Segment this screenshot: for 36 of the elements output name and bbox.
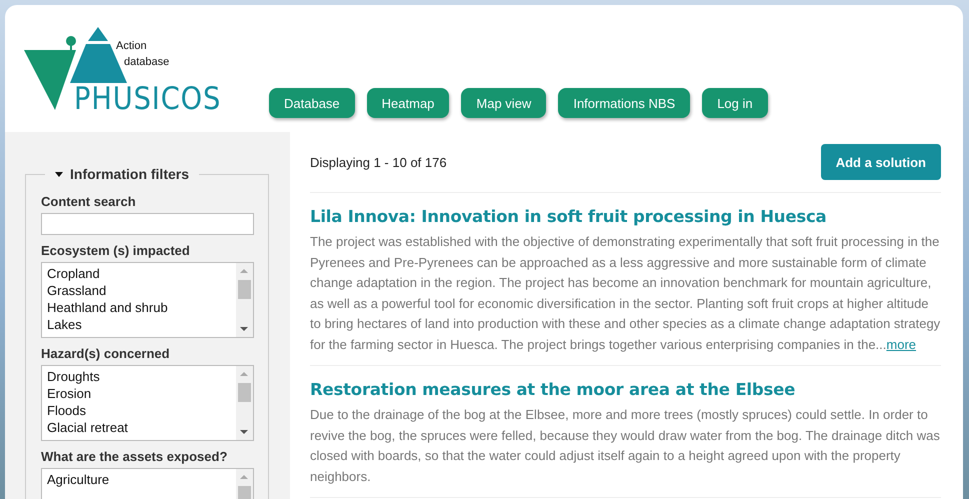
solution-description: Due to the drainage of the bog at the Elbsee, more and more trees (mostly spruces) could settle. In order to revive the bog, the spruces were felled, because they would draw water from the bog. The drainage ditch was closed with boards, so that the water could adjust itself again to a height agreed upon with the property neighbors. — [310, 406, 941, 486]
results-count: Displaying 1 - 10 of 176 — [310, 154, 447, 170]
list-option[interactable]: Cropland — [47, 265, 231, 282]
multi-select-list[interactable]: Droughts Erosion Floods Glacial retreat — [41, 365, 254, 441]
caret-icon — [55, 172, 63, 176]
field-label: Ecosystem (s) impacted — [41, 243, 191, 258]
multi-select-list[interactable]: Cropland Grassland Heathland and shrub Lakes — [41, 262, 254, 338]
field-label: What are the assets exposed? — [41, 449, 228, 464]
list-option[interactable]: Droughts — [47, 368, 231, 385]
list-option[interactable]: Heathland and shrub — [47, 299, 231, 316]
multi-select-list[interactable]: Agriculture — [41, 468, 254, 499]
content-search-field[interactable] — [41, 213, 254, 235]
scrollbar[interactable] — [236, 366, 253, 440]
logo-wordmark: PHUSICOS — [74, 83, 222, 115]
add-solution-button[interactable]: Add a solution — [820, 144, 941, 180]
solution-description: The project was established with the objective of demonstrating experimentally that soft fruit processing in the Pyrenees and Pre-Pyrenees can be approached as a less aggressive and more sustainable form of climate change adaptation in the region. The project has become an innovation benchmark for mountain agriculture, as well as a powerful tool for economic diversification in the sector. Planting soft fruit crops at higher altitude to bring hectares of land into production with these and other species as a climate change adaptation strategy for the farming sector in Huesca. The project brings together various enterprising companies in the...more — [310, 233, 941, 354]
filters-toggle[interactable]: Information filters — [45, 166, 200, 182]
list-option[interactable]: Glacial retreat — [47, 419, 231, 436]
list-option[interactable]: Grassland — [47, 282, 231, 299]
list-option[interactable]: Agriculture — [47, 471, 231, 488]
list-option[interactable]: Lakes — [47, 316, 231, 333]
nav-button[interactable]: Heatmap — [366, 88, 450, 118]
logo-caption: Action — [116, 39, 148, 54]
nav-button[interactable]: Informations NBS — [558, 88, 690, 118]
logo-caption: database — [123, 55, 170, 70]
nav-button[interactable]: Log in — [702, 88, 768, 118]
list-option[interactable]: Erosion — [47, 385, 231, 402]
nav-button[interactable]: Database — [269, 88, 355, 118]
scrollbar[interactable] — [236, 263, 253, 337]
solution-title-link[interactable]: Restoration measures at the moor area at the Elbsee — [310, 380, 941, 399]
solution-title-link[interactable]: Lila Innova: Innovation in soft fruit processing in Huesca — [310, 207, 941, 226]
field-label: Content search — [41, 194, 137, 209]
more-link[interactable]: more — [886, 336, 916, 352]
nav-button[interactable]: Map view — [461, 88, 546, 118]
field-label: Hazard(s) concerned — [41, 346, 171, 361]
list-option[interactable]: Floods — [47, 402, 231, 419]
